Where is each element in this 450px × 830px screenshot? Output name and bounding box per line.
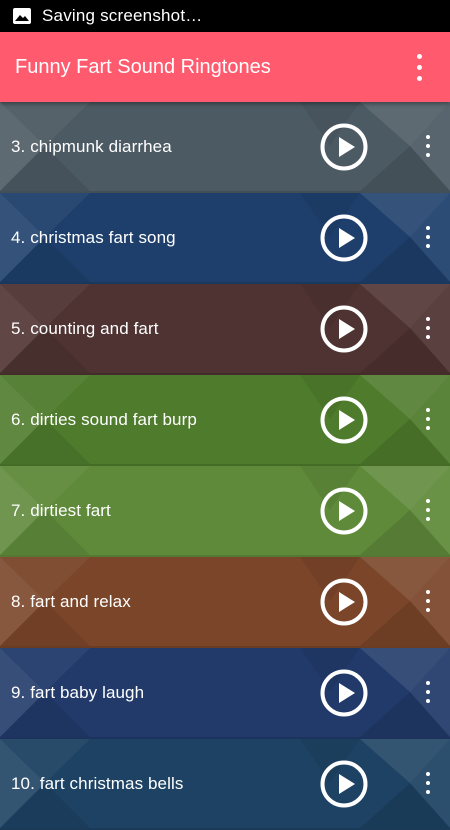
ringtone-title: 3. chipmunk diarrhea <box>11 137 172 156</box>
play-icon[interactable] <box>320 123 368 171</box>
status-text: Saving screenshot… <box>42 6 203 25</box>
list-item[interactable]: 9. fart baby laugh <box>0 648 450 739</box>
play-icon[interactable] <box>320 214 368 262</box>
list-item[interactable]: 10. fart christmas bells <box>0 739 450 830</box>
ringtone-title: 4. christmas fart song <box>11 228 176 247</box>
more-options-icon[interactable] <box>418 583 438 619</box>
list-item[interactable]: 5. counting and fart <box>0 284 450 375</box>
more-options-icon[interactable] <box>418 492 438 528</box>
page-title: Funny Fart Sound Ringtones <box>15 55 271 78</box>
overflow-menu-icon[interactable] <box>408 50 430 84</box>
more-options-icon[interactable] <box>418 128 438 164</box>
more-options-icon[interactable] <box>418 401 438 437</box>
ringtone-list: 3. chipmunk diarrhea 4. christmas fart s… <box>0 102 450 830</box>
play-icon[interactable] <box>320 396 368 444</box>
more-options-icon[interactable] <box>418 310 438 346</box>
list-item[interactable]: 3. chipmunk diarrhea <box>0 102 450 193</box>
list-item[interactable]: 6. dirties sound fart burp <box>0 375 450 466</box>
ringtone-title: 8. fart and relax <box>11 592 131 611</box>
status-bar: Saving screenshot… <box>0 0 450 32</box>
play-icon[interactable] <box>320 305 368 353</box>
play-icon[interactable] <box>320 487 368 535</box>
more-options-icon[interactable] <box>418 674 438 710</box>
play-icon[interactable] <box>320 760 368 808</box>
list-item[interactable]: 7. dirtiest fart <box>0 466 450 557</box>
ringtone-title: 10. fart christmas bells <box>11 774 184 793</box>
ringtone-title: 5. counting and fart <box>11 319 159 338</box>
play-icon[interactable] <box>320 578 368 626</box>
app-bar: Funny Fart Sound Ringtones <box>0 32 450 102</box>
ringtone-title: 6. dirties sound fart burp <box>11 410 197 429</box>
more-options-icon[interactable] <box>418 219 438 255</box>
list-item[interactable]: 8. fart and relax <box>0 557 450 648</box>
image-icon <box>13 8 31 24</box>
ringtone-title: 7. dirtiest fart <box>11 501 111 520</box>
list-item[interactable]: 4. christmas fart song <box>0 193 450 284</box>
more-options-icon[interactable] <box>418 765 438 801</box>
play-icon[interactable] <box>320 669 368 717</box>
ringtone-title: 9. fart baby laugh <box>11 683 145 702</box>
